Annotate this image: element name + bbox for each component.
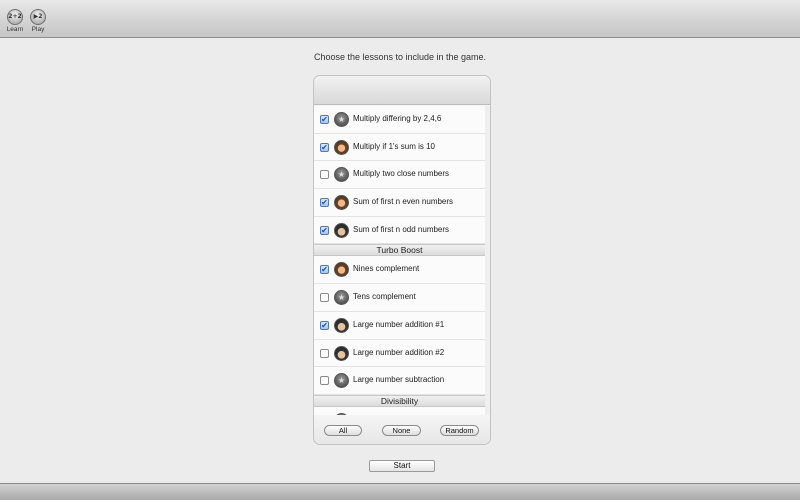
select-random-button[interactable]: Random xyxy=(440,425,479,436)
lesson-row[interactable]: ✔ Large number addition #1 xyxy=(314,311,485,340)
select-all-button[interactable]: All xyxy=(324,425,362,436)
lesson-label: Multiply if 1's sum is 10 xyxy=(353,141,435,151)
lesson-label: Multiply two close numbers xyxy=(353,169,450,179)
play-icon: ▶2 xyxy=(30,9,46,25)
lesson-checkbox[interactable] xyxy=(320,376,329,386)
learn-icon: 2+2 xyxy=(7,9,23,25)
star-badge-icon: ★ xyxy=(334,290,349,306)
lesson-checkbox[interactable] xyxy=(320,348,329,358)
avatar-icon xyxy=(334,262,349,278)
instruction-text: Choose the lessons to include in the gam… xyxy=(313,52,487,62)
panel-button-bar: All None Random xyxy=(314,415,490,444)
lesson-checkbox[interactable]: ✔ xyxy=(320,225,329,235)
lesson-label: Sum of first n even numbers xyxy=(353,197,454,207)
lesson-checkbox[interactable]: ✔ xyxy=(320,115,329,124)
select-none-button[interactable]: None xyxy=(382,425,421,436)
avatar-icon xyxy=(334,195,349,211)
lesson-panel: ✔ ★ Multiply differing by 2,4,6 ✔ Multiply i… xyxy=(313,75,491,445)
star-badge-icon: ★ xyxy=(334,112,349,127)
lesson-label: Sum of first n odd numbers xyxy=(353,224,450,234)
scrollbar-track[interactable] xyxy=(485,106,490,415)
lesson-row[interactable]: Large number addition #2 xyxy=(314,339,485,368)
lesson-checkbox[interactable]: ✔ xyxy=(320,198,329,208)
lesson-checkbox[interactable] xyxy=(320,293,329,303)
section-header-divisibility: Divisibility xyxy=(314,394,485,407)
lesson-row[interactable]: ✔ Multiply if 1's sum is 10 xyxy=(314,133,485,162)
lesson-label: Large number subtraction xyxy=(353,375,445,385)
lesson-row[interactable]: ✔ ★ Multiply differing by 2,4,6 xyxy=(314,106,485,134)
lesson-row[interactable]: ★ Multiply two close numbers xyxy=(314,161,485,190)
lesson-label: Large number addition #2 xyxy=(353,347,445,357)
star-badge-icon: ★ xyxy=(334,167,349,183)
section-header-turbo-boost: Turbo Boost xyxy=(314,244,485,257)
play-button[interactable]: ▶2 Play xyxy=(25,9,51,39)
bottom-bar xyxy=(0,483,800,500)
lesson-label: Multiply differing by 2,4,6 xyxy=(353,114,442,123)
play-label: Play xyxy=(31,26,45,33)
lesson-label: Tens complement xyxy=(353,292,416,302)
lesson-row[interactable]: ✔ Sum of first n odd numbers xyxy=(314,216,485,245)
panel-header xyxy=(314,76,490,105)
star-badge-icon: ★ xyxy=(334,373,349,389)
lesson-label: Large number addition #1 xyxy=(353,319,445,329)
avatar-icon xyxy=(334,139,349,155)
lesson-row[interactable]: ✔ Sum of first n even numbers xyxy=(314,189,485,217)
lesson-list[interactable]: ✔ ★ Multiply differing by 2,4,6 ✔ Multiply i… xyxy=(314,106,485,415)
avatar-icon xyxy=(334,345,349,361)
lesson-label: Nines complement xyxy=(353,264,420,274)
lesson-row[interactable]: ✔ Nines complement xyxy=(314,256,485,285)
toolbar: 2+2 Learn ▶2 Play xyxy=(0,0,800,38)
lesson-checkbox[interactable] xyxy=(320,170,329,180)
start-button[interactable]: Start xyxy=(369,460,435,472)
lesson-row[interactable]: ★ Tens complement xyxy=(314,284,485,312)
avatar-icon xyxy=(334,222,349,238)
lesson-row[interactable]: ★ Large number subtraction xyxy=(314,367,485,395)
avatar-icon xyxy=(334,317,349,333)
lesson-checkbox[interactable]: ✔ xyxy=(320,142,329,152)
lesson-checkbox[interactable]: ✔ xyxy=(320,265,329,275)
lesson-row[interactable]: ✔★Evenly divisible by 3 xyxy=(314,406,485,415)
lesson-checkbox[interactable]: ✔ xyxy=(320,320,329,330)
